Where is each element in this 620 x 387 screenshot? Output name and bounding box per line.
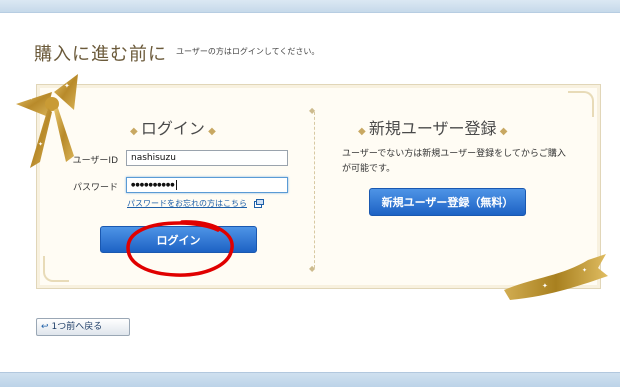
- login-submit-button[interactable]: ログイン: [100, 226, 257, 253]
- back-arrow-icon: ↩: [41, 322, 49, 332]
- diamond-ornament-icon: ◆: [130, 126, 141, 137]
- register-button[interactable]: 新規ユーザー登録（無料）: [369, 188, 526, 216]
- page-title: 購入に進む前に: [34, 44, 167, 65]
- login-prompt-note: ユーザーの方はログインしてください。: [176, 47, 320, 56]
- register-heading: ◆ 新規ユーザー登録 ◆: [358, 115, 507, 139]
- corner-ornament: [568, 91, 594, 117]
- diamond-ornament-icon: ◆: [204, 126, 216, 137]
- bottom-browser-bar: [0, 372, 620, 387]
- password-input[interactable]: ●●●●●●●●●●: [126, 177, 288, 193]
- diamond-ornament-icon: ◆: [496, 126, 508, 137]
- back-button-label: 1つ前へ戻る: [51, 322, 103, 332]
- diamond-ornament-icon: ◆: [358, 126, 369, 137]
- panel-divider: [314, 112, 315, 268]
- new-window-icon[interactable]: [254, 199, 264, 208]
- user-id-input[interactable]: [126, 150, 288, 166]
- gold-ribbon-icon: ✦ ✦: [504, 254, 608, 300]
- password-mask: ●●●●●●●●●●: [131, 182, 175, 188]
- register-description: ユーザーでない方は新規ユーザー登録をしてからご購入が可能です。: [342, 149, 566, 174]
- svg-text:✦: ✦: [542, 282, 548, 290]
- password-label: パスワード: [72, 183, 118, 193]
- login-heading-text: ログイン: [140, 119, 205, 138]
- svg-text:✦: ✦: [582, 267, 587, 274]
- back-button[interactable]: ↩ 1つ前へ戻る: [36, 318, 130, 336]
- svg-text:✦: ✦: [64, 82, 70, 90]
- svg-text:✦: ✦: [38, 141, 43, 148]
- text-cursor: [175, 180, 177, 190]
- user-id-label: ユーザーID: [72, 156, 118, 166]
- svg-text:✦: ✦: [28, 93, 35, 102]
- login-heading: ◆ ログイン ◆: [130, 115, 216, 139]
- corner-ornament: [43, 256, 69, 282]
- register-heading-text: 新規ユーザー登録: [368, 119, 497, 138]
- divider-ornament-icon: ◆: [309, 264, 316, 273]
- forgot-password-link[interactable]: パスワードをお忘れの方はこちら: [127, 198, 247, 209]
- top-browser-bar: [0, 0, 620, 13]
